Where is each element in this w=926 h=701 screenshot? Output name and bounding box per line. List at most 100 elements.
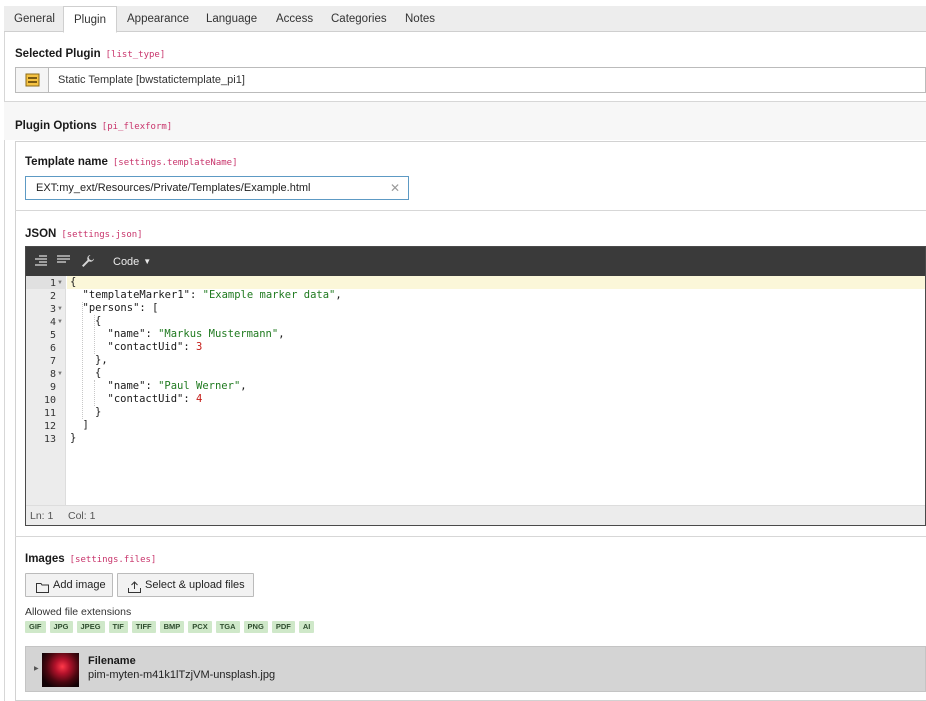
fold-toggle-icon[interactable]: ▼ [57, 368, 63, 381]
close-icon[interactable]: ✕ [390, 181, 400, 195]
code-line: { [95, 315, 101, 328]
indent-icon[interactable] [34, 254, 47, 270]
line-number: 9 [49, 382, 56, 393]
plugin-icon [16, 68, 49, 92]
code-token-str: "Markus Mustermann" [158, 328, 279, 340]
code-token-key: "contactUid" [107, 393, 184, 405]
code-token-text: { [95, 315, 102, 327]
code-token-str: "Example marker data" [202, 289, 336, 301]
code-token-key: "name" [107, 328, 146, 340]
code-line: "name": "Markus Mustermann", [108, 328, 285, 341]
tab-language[interactable]: Language [196, 6, 267, 32]
code-token-num: 3 [196, 341, 203, 353]
code-token-sep: : [183, 341, 197, 353]
code-token-end: [ [152, 302, 159, 314]
code-menu[interactable]: Code ▼ [113, 247, 151, 277]
code-line: } [95, 406, 101, 419]
align-icon[interactable] [57, 254, 70, 270]
code-token-end: , [278, 328, 285, 340]
fold-toggle-icon[interactable]: ▼ [57, 303, 63, 316]
select-upload-files-button[interactable]: Select & upload files [117, 573, 254, 597]
code-area[interactable]: { "templateMarker1": "Example marker data… [67, 276, 925, 505]
code-token-sep: : [145, 380, 159, 392]
extension-badge: BMP [159, 621, 185, 633]
fold-toggle-icon[interactable]: ▼ [57, 277, 63, 290]
code-line: "name": "Paul Werner", [108, 380, 247, 393]
code-token-sep: : [183, 393, 197, 405]
code-token-key: "contactUid" [107, 341, 184, 353]
extension-badge: JPEG [76, 621, 105, 633]
line-number: 12 [43, 421, 56, 432]
wrench-icon[interactable] [81, 254, 95, 271]
caret-down-icon: ▼ [143, 257, 152, 266]
active-line-highlight [67, 276, 925, 289]
line-number: 13 [43, 434, 56, 445]
code-token-text: }, [95, 354, 108, 366]
editor-status-bar: Ln: 1 Col: 1 [26, 505, 925, 525]
code-token-text: } [70, 432, 77, 444]
code-line: { [70, 276, 76, 289]
code-token-text: } [95, 406, 102, 418]
template-name-field[interactable]: ✕ [25, 176, 409, 200]
extension-badge: TIF [108, 621, 128, 633]
code-token-end: , [335, 289, 342, 301]
code-line: ] [83, 419, 89, 432]
cursor-line: Ln: 1 [30, 510, 54, 522]
selected-plugin-select[interactable]: Static Template [bwstatictemplate_pi1] [15, 67, 926, 93]
extension-badge: GIF [25, 621, 46, 633]
line-number: 5 [49, 330, 56, 341]
upload-icon [128, 579, 141, 601]
code-token-text: { [70, 276, 77, 288]
code-line: { [95, 367, 101, 380]
json-key: [settings.json] [61, 230, 143, 240]
extension-badge: PNG [243, 621, 268, 633]
code-token-end: , [240, 380, 247, 392]
code-token-sep: : [145, 328, 159, 340]
line-number: 8 [49, 369, 56, 380]
json-code-editor[interactable]: Code ▼ { "templateMarker1": "Example marke… [25, 246, 926, 526]
tab-notes[interactable]: Notes [395, 6, 445, 32]
line-number: 3 [49, 304, 56, 315]
code-token-text: ] [82, 419, 89, 431]
line-number: 10 [43, 395, 56, 406]
code-line: "persons": [ [83, 302, 159, 315]
plugin-options-label: Plugin Options [pi_flexform] [15, 120, 173, 132]
code-line: "templateMarker1": "Example marker data"… [83, 289, 342, 302]
file-reference-row[interactable]: ▶ Filename pim-myten-m41k1lTzjVM-unsplas… [25, 646, 926, 692]
images-key: [settings.files] [69, 555, 157, 565]
code-token-sep: : [189, 289, 203, 301]
extension-badge: AI [298, 621, 315, 633]
code-token-num: 4 [196, 393, 203, 405]
code-line: "contactUid": 3 [108, 341, 203, 354]
tab-access[interactable]: Access [266, 6, 323, 32]
fold-toggle-icon[interactable]: ▼ [57, 316, 63, 329]
line-number: 4 [49, 317, 56, 328]
extension-badge: PDF [271, 621, 295, 633]
line-number: 2 [49, 291, 56, 302]
code-token-key: "persons" [82, 302, 140, 314]
allowed-extensions-list: GIF JPG JPEG TIF TIFF BMP PCX TGA PNG PDF AI [25, 621, 318, 634]
field-separator [15, 210, 926, 211]
images-label: Images [settings.files] [25, 553, 157, 565]
line-number: 7 [49, 356, 56, 367]
template-name-label: Template name [settings.templateName] [25, 156, 238, 168]
code-token-sep: : [139, 302, 153, 314]
tab-plugin[interactable]: Plugin [63, 6, 117, 33]
tab-general[interactable]: General [4, 6, 65, 32]
extension-badge: TGA [215, 621, 240, 633]
add-image-button[interactable]: Add image [25, 573, 113, 597]
template-name-input[interactable] [36, 180, 386, 196]
code-token-str: "Paul Werner" [158, 380, 241, 392]
file-thumbnail [42, 653, 79, 687]
selected-plugin-value: Static Template [bwstatictemplate_pi1] [58, 74, 245, 86]
filename-value: pim-myten-m41k1lTzjVM-unsplash.jpg [88, 669, 276, 681]
tab-appearance[interactable]: Appearance [117, 6, 199, 32]
extension-badge: PCX [188, 621, 212, 633]
json-label: JSON [settings.json] [25, 228, 143, 240]
tab-categories[interactable]: Categories [321, 6, 397, 32]
field-separator [15, 536, 926, 537]
code-token-text: { [95, 367, 102, 379]
line-number: 6 [49, 343, 56, 354]
caret-right-icon[interactable]: ▶ [34, 665, 39, 672]
code-token-key: "name" [107, 380, 146, 392]
